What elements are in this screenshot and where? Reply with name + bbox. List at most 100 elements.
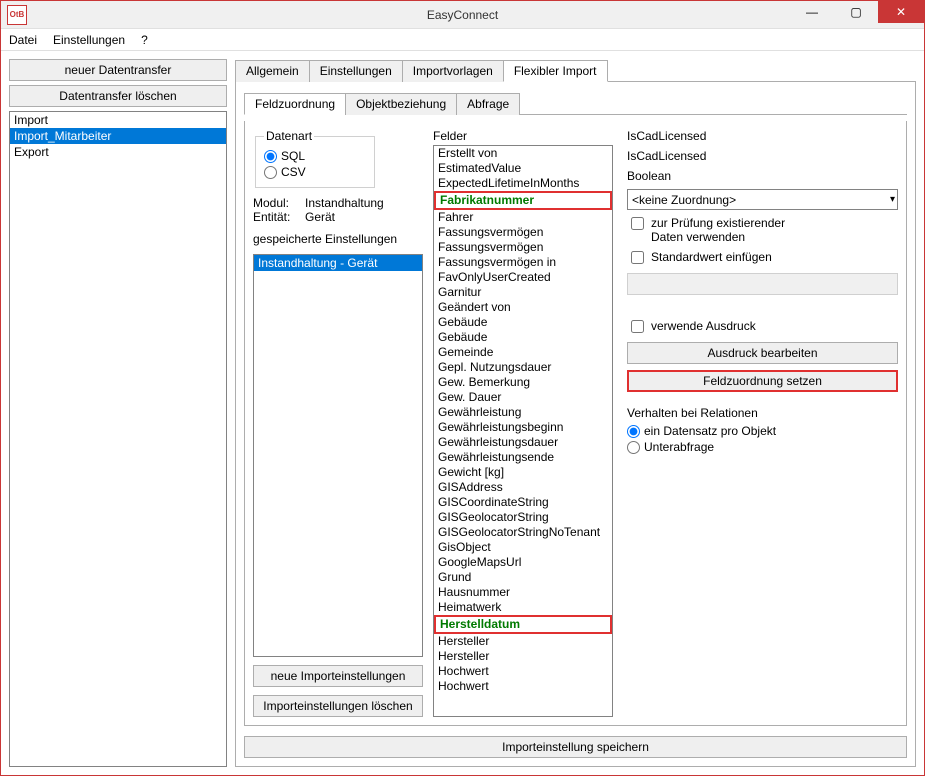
menu-help[interactable]: ? <box>141 33 148 47</box>
transfer-list-item[interactable]: Import <box>10 112 226 128</box>
felder-item[interactable]: FavOnlyUserCreated <box>434 270 612 285</box>
transfer-list[interactable]: ImportImport_MitarbeiterExport <box>9 111 227 767</box>
felder-item[interactable]: Fassungsvermögen in <box>434 255 612 270</box>
felder-item[interactable]: ExpectedLifetimeInMonths <box>434 176 612 191</box>
inner-tabs: FeldzuordnungObjektbeziehungAbfrage <box>244 92 907 115</box>
inner-tab[interactable]: Feldzuordnung <box>244 93 346 115</box>
modul-label: Modul: <box>253 196 297 210</box>
inner-tabpane: Datenart SQL CSV <box>244 121 907 726</box>
menu-datei[interactable]: Datei <box>9 33 37 47</box>
transfer-list-item[interactable]: Export <box>10 144 226 160</box>
content-area: neuer Datentransfer Datentransfer lösche… <box>1 51 924 775</box>
felder-item[interactable]: Gewährleistungsdauer <box>434 435 612 450</box>
outer-tab[interactable]: Importvorlagen <box>402 60 504 82</box>
app-window: OtB EasyConnect — ▢ ✕ Datei Einstellunge… <box>0 0 925 776</box>
check-default-value-label: Standardwert einfügen <box>651 250 772 264</box>
check-use-expression[interactable] <box>631 320 644 333</box>
datenart-legend: Datenart <box>264 129 314 143</box>
felder-item[interactable]: GISGeolocatorString <box>434 510 612 525</box>
inner-tab[interactable]: Abfrage <box>456 93 520 115</box>
felder-item[interactable]: EstimatedValue <box>434 161 612 176</box>
maximize-button[interactable]: ▢ <box>834 1 878 23</box>
relation-behavior-label: Verhalten bei Relationen <box>627 406 898 420</box>
felder-item[interactable]: Gewährleistungsende <box>434 450 612 465</box>
entitaet-value: Gerät <box>305 210 335 224</box>
check-verify-existing[interactable] <box>631 217 644 230</box>
chevron-down-icon: ▾ <box>890 194 895 205</box>
check-default-value[interactable] <box>631 251 644 264</box>
check-use-expression-label: verwende Ausdruck <box>651 319 756 333</box>
minimize-button[interactable]: — <box>790 1 834 23</box>
transfer-list-item[interactable]: Import_Mitarbeiter <box>10 128 226 144</box>
modul-value: Instandhaltung <box>305 196 384 210</box>
outer-tab[interactable]: Flexibler Import <box>503 60 608 82</box>
menu-einstellungen[interactable]: Einstellungen <box>53 33 125 47</box>
inner-tab[interactable]: Objektbeziehung <box>345 93 457 115</box>
outer-tabpane: FeldzuordnungObjektbeziehungAbfrage Date… <box>235 82 916 767</box>
radio-sql[interactable] <box>264 150 277 163</box>
mapping-dropdown-value: <keine Zuordnung> <box>632 193 736 207</box>
felder-listbox[interactable]: Erstellt vonEstimatedValueExpectedLifeti… <box>433 145 613 717</box>
felder-item[interactable]: Garnitur <box>434 285 612 300</box>
outer-tab[interactable]: Allgemein <box>235 60 310 82</box>
felder-item[interactable]: Gew. Bemerkung <box>434 375 612 390</box>
delete-transfer-button[interactable]: Datentransfer löschen <box>9 85 227 107</box>
close-button[interactable]: ✕ <box>878 1 924 23</box>
edit-expression-button[interactable]: Ausdruck bearbeiten <box>627 342 898 364</box>
info-line-2: IsCadLicensed <box>627 149 898 163</box>
saved-settings-list[interactable]: Instandhaltung - Gerät <box>253 254 423 657</box>
radio-subquery[interactable] <box>627 441 640 454</box>
info-line-1: IsCadLicensed <box>627 129 898 143</box>
set-mapping-button[interactable]: Feldzuordnung setzen <box>627 370 898 392</box>
save-import-settings-button[interactable]: Importeinstellung speichern <box>244 736 907 758</box>
outer-tab[interactable]: Einstellungen <box>309 60 403 82</box>
check-verify-existing-label: zur Prüfung existierender Daten verwende… <box>651 216 811 244</box>
felder-item[interactable]: Fassungsvermögen <box>434 225 612 240</box>
felder-item[interactable]: Hochwert <box>434 679 612 694</box>
felder-item[interactable]: GisObject <box>434 540 612 555</box>
felder-item[interactable]: Heimatwerk <box>434 600 612 615</box>
delete-import-settings-button[interactable]: Importeinstellungen löschen <box>253 695 423 717</box>
felder-item[interactable]: Hersteller <box>434 634 612 649</box>
felder-item[interactable]: Gewährleistung <box>434 405 612 420</box>
felder-item[interactable]: Gemeinde <box>434 345 612 360</box>
felder-item[interactable]: GISGeolocatorStringNoTenant <box>434 525 612 540</box>
felder-item[interactable]: Geändert von <box>434 300 612 315</box>
felder-item[interactable]: Herstelldatum <box>434 615 612 634</box>
window-title: EasyConnect <box>427 8 498 22</box>
radio-subquery-label: Unterabfrage <box>644 440 714 454</box>
mapping-dropdown[interactable]: <keine Zuordnung> ▾ <box>627 189 898 210</box>
saved-settings-item[interactable]: Instandhaltung - Gerät <box>254 255 422 271</box>
radio-one-record[interactable] <box>627 425 640 438</box>
column-mapping: IsCadLicensed IsCadLicensed Boolean <kei… <box>623 129 898 717</box>
felder-item[interactable]: Gebäude <box>434 315 612 330</box>
felder-item[interactable]: Gew. Dauer <box>434 390 612 405</box>
radio-csv[interactable] <box>264 166 277 179</box>
felder-item[interactable]: GISCoordinateString <box>434 495 612 510</box>
felder-item[interactable]: GISAddress <box>434 480 612 495</box>
felder-item[interactable]: Fahrer <box>434 210 612 225</box>
felder-item[interactable]: Hochwert <box>434 664 612 679</box>
new-transfer-button[interactable]: neuer Datentransfer <box>9 59 227 81</box>
column-settings: Datenart SQL CSV <box>253 129 423 717</box>
felder-item[interactable]: Grund <box>434 570 612 585</box>
datenart-group: Datenart SQL CSV <box>255 129 375 188</box>
radio-sql-label: SQL <box>281 149 305 163</box>
column-felder: Felder Erstellt vonEstimatedValueExpecte… <box>433 129 613 717</box>
titlebar: OtB EasyConnect — ▢ ✕ <box>1 1 924 29</box>
new-import-settings-button[interactable]: neue Importeinstellungen <box>253 665 423 687</box>
felder-item[interactable]: Fassungsvermögen <box>434 240 612 255</box>
felder-item[interactable]: Fabrikatnummer <box>434 191 612 210</box>
felder-item[interactable]: Erstellt von <box>434 146 612 161</box>
felder-item[interactable]: Gewicht [kg] <box>434 465 612 480</box>
felder-item[interactable]: Hersteller <box>434 649 612 664</box>
felder-item[interactable]: Gewährleistungsbeginn <box>434 420 612 435</box>
right-column: AllgemeinEinstellungenImportvorlagenFlex… <box>235 59 916 767</box>
felder-item[interactable]: Gepl. Nutzungsdauer <box>434 360 612 375</box>
radio-one-record-label: ein Datensatz pro Objekt <box>644 424 776 438</box>
saved-settings-label: gespeicherte Einstellungen <box>253 232 423 246</box>
felder-item[interactable]: Gebäude <box>434 330 612 345</box>
felder-item[interactable]: Hausnummer <box>434 585 612 600</box>
menubar: Datei Einstellungen ? <box>1 29 924 51</box>
felder-item[interactable]: GoogleMapsUrl <box>434 555 612 570</box>
